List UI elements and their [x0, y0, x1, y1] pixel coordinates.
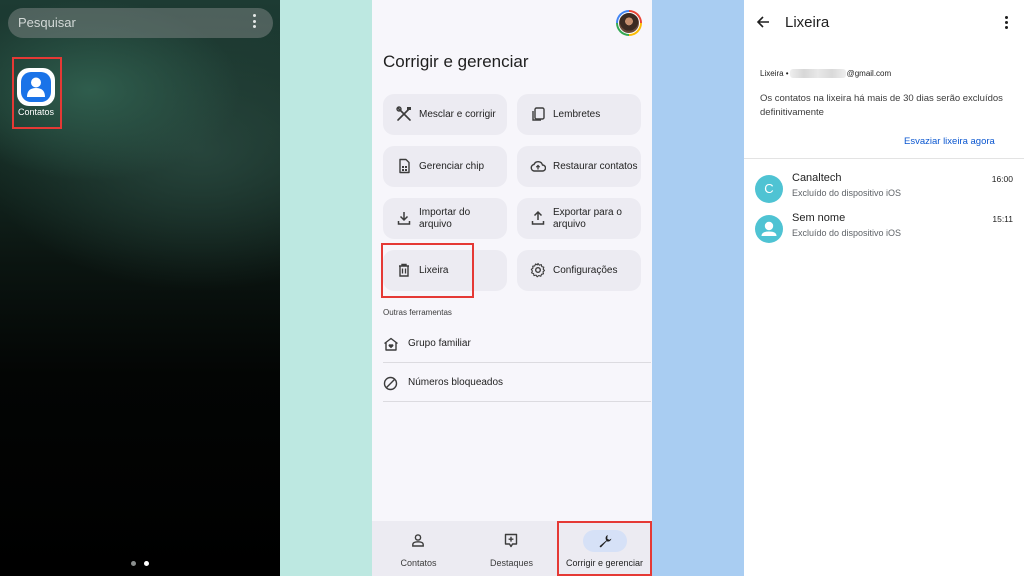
- contact-deleted-source: Excluído do dispositivo iOS: [792, 228, 902, 238]
- merge-and-fix-card[interactable]: Mesclar e corrigir: [383, 94, 507, 135]
- blocked-numbers-label: Números bloqueados: [408, 377, 504, 388]
- more-vert-icon[interactable]: [253, 14, 257, 30]
- page-title: Corrigir e gerenciar: [383, 52, 529, 71]
- gear-icon: [530, 262, 546, 278]
- background-strip-mint: [280, 0, 372, 576]
- empty-trash-button[interactable]: Esvaziar lixeira agora: [904, 136, 995, 147]
- sim-card-icon: [399, 158, 410, 174]
- settings-card[interactable]: Configurações: [517, 250, 641, 291]
- trash-title: Lixeira: [785, 14, 830, 31]
- other-tools-heading: Outras ferramentas: [383, 308, 452, 317]
- page-indicator-dot: [131, 561, 136, 566]
- download-icon: [397, 212, 411, 225]
- person-icon: [761, 221, 777, 236]
- upload-icon: [531, 210, 545, 225]
- nav-tab-contacts-label: Contatos: [400, 558, 437, 568]
- more-vert-icon[interactable]: [1005, 16, 1009, 30]
- account-prefix: Lixeira •: [760, 69, 789, 78]
- manage-sim-card[interactable]: Gerenciar chip: [383, 146, 507, 187]
- nav-tab-highlights[interactable]: Destaques: [465, 521, 558, 576]
- block-icon: [383, 376, 398, 391]
- highlight-trash-card: [381, 243, 474, 298]
- settings-label: Configurações: [553, 264, 618, 276]
- contact-deleted-time: 15:11: [992, 214, 1013, 224]
- copy-icon: [532, 107, 545, 121]
- background-strip-blue: [652, 0, 744, 576]
- home-heart-icon: [384, 337, 398, 351]
- export-file-label: Exportar para o arquivo: [553, 206, 622, 230]
- family-group-label: Grupo familiar: [408, 338, 471, 349]
- family-group-item[interactable]: Grupo familiar: [383, 325, 651, 363]
- contact-name: Canaltech: [792, 172, 842, 184]
- trash-panel: Lixeira Lixeira • @gmail.com Os contatos…: [744, 0, 1024, 576]
- account-line: Lixeira • @gmail.com: [760, 69, 891, 78]
- merge-and-fix-label: Mesclar e corrigir: [419, 108, 496, 120]
- page-indicator-dot-active: [144, 561, 149, 566]
- trash-retention-notice: Os contatos na lixeira há mais de 30 dia…: [760, 93, 1003, 118]
- highlight-fix-and-manage-tab: [557, 521, 652, 576]
- highlight-contacts-app: [12, 57, 62, 129]
- manage-sim-label: Gerenciar chip: [419, 160, 485, 172]
- contact-name: Sem nome: [792, 212, 846, 224]
- nav-tab-contacts[interactable]: Contatos: [372, 521, 465, 576]
- deleted-contact-row[interactable]: Sem nome Excluído do dispositivo iOS 15:…: [744, 210, 1024, 250]
- redacted-email: [789, 69, 846, 78]
- contact-avatar: C: [755, 175, 783, 203]
- account-avatar[interactable]: [618, 12, 640, 34]
- contact-initial: C: [764, 181, 774, 196]
- arrow-back-icon[interactable]: [756, 15, 770, 29]
- contact-deleted-source: Excluído do dispositivo iOS: [792, 188, 902, 198]
- highlight-icon: [504, 533, 518, 548]
- restore-contacts-card[interactable]: Restaurar contatos: [517, 146, 641, 187]
- contact-avatar: [755, 215, 783, 243]
- tools-icon: [396, 106, 411, 121]
- export-file-card[interactable]: Exportar para o arquivo: [517, 198, 641, 239]
- nav-tab-highlights-label: Destaques: [489, 558, 534, 568]
- reminders-card[interactable]: Lembretes: [517, 94, 641, 135]
- restore-contacts-label: Restaurar contatos: [553, 160, 638, 172]
- import-file-label: Importar do arquivo: [419, 206, 471, 230]
- home-search-placeholder: Pesquisar: [18, 15, 76, 30]
- person-icon: [412, 534, 424, 547]
- cloud-upload-icon: [530, 161, 546, 172]
- reminders-label: Lembretes: [553, 108, 601, 120]
- account-email-domain: @gmail.com: [846, 69, 892, 78]
- divider: [744, 158, 1024, 159]
- contact-deleted-time: 16:00: [991, 174, 1013, 184]
- blocked-numbers-item[interactable]: Números bloqueados: [383, 364, 651, 402]
- import-file-card[interactable]: Importar do arquivo: [383, 198, 507, 239]
- deleted-contact-row[interactable]: C Canaltech Excluído do dispositivo iOS …: [744, 170, 1024, 210]
